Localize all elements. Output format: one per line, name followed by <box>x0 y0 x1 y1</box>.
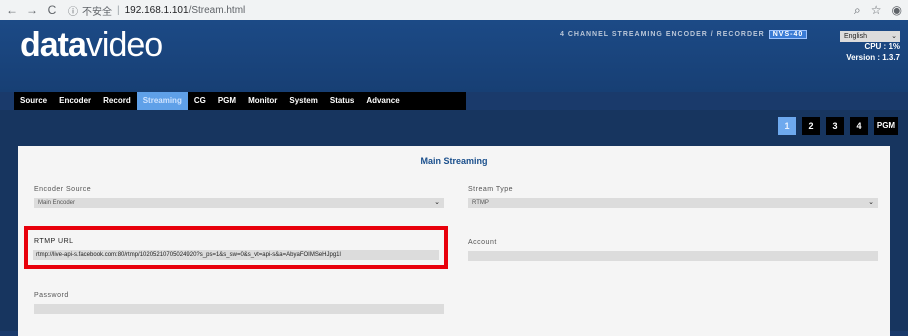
channel-pager: 1 2 3 4 PGM <box>778 117 898 135</box>
panel-title: Main Streaming <box>420 156 488 166</box>
reload-icon[interactable]: C <box>44 3 60 17</box>
rtmp-url-label: RTMP URL <box>34 238 74 245</box>
datavideo-logo: datavideo <box>20 26 163 65</box>
password-field[interactable] <box>34 304 444 314</box>
star-icon[interactable]: ☆ <box>871 3 882 17</box>
channel-3-button[interactable]: 3 <box>826 117 844 135</box>
tab-pgm[interactable]: PGM <box>212 92 242 110</box>
app-header: datavideo 4 CHANNEL STREAMING ENCODER / … <box>0 20 908 92</box>
tab-source[interactable]: Source <box>14 92 53 110</box>
tab-encoder[interactable]: Encoder <box>53 92 97 110</box>
tab-status[interactable]: Status <box>324 92 360 110</box>
chevron-down-icon: ⌄ <box>434 199 440 206</box>
browser-toolbar: ← → C ⓘ 不安全 | 192.168.1.101/Stream.html … <box>0 0 908 20</box>
address-separator: | <box>117 4 120 16</box>
stream-type-value: RTMP <box>472 200 489 206</box>
cpu-usage: CPU : 1% <box>864 42 900 51</box>
rtmp-url-field[interactable]: rtmp://live-api-s.facebook.com:80/rtmp/1… <box>33 250 439 260</box>
encoder-source-label: Encoder Source <box>34 186 92 193</box>
logo-light-text: video <box>85 26 163 64</box>
rtmp-url-highlight: RTMP URL rtmp://live-api-s.facebook.com:… <box>24 226 448 269</box>
password-label: Password <box>34 292 69 299</box>
stream-type-select[interactable]: RTMP ⌄ <box>468 198 878 208</box>
encoder-source-select[interactable]: Main Encoder ⌄ <box>34 198 444 208</box>
channel-2-button[interactable]: 2 <box>802 117 820 135</box>
back-icon[interactable]: ← <box>4 3 20 17</box>
tab-monitor[interactable]: Monitor <box>242 92 283 110</box>
tabbar-spacer <box>466 92 908 110</box>
chevron-down-icon: ⌄ <box>868 199 874 206</box>
address-bar[interactable]: ⓘ 不安全 | 192.168.1.101/Stream.html <box>68 3 245 18</box>
firmware-version: Version : 1.3.7 <box>846 53 900 62</box>
stream-type-label: Stream Type <box>468 186 514 193</box>
tab-cg[interactable]: CG <box>188 92 212 110</box>
product-description: 4 CHANNEL STREAMING ENCODER / RECORDER NV… <box>560 30 808 39</box>
address-path: /Stream.html <box>188 4 246 16</box>
logo-bold-text: data <box>20 26 87 64</box>
channel-1-button[interactable]: 1 <box>778 117 796 135</box>
encoder-source-value: Main Encoder <box>38 200 76 206</box>
product-line-text: 4 CHANNEL STREAMING ENCODER / RECORDER <box>560 31 765 38</box>
insecure-label: 不安全 <box>82 6 112 18</box>
language-select[interactable]: English ⌄ <box>840 31 900 42</box>
browser-actions: ⌕ ☆ ◉ <box>854 0 902 20</box>
account-label: Account <box>468 239 497 246</box>
forward-icon[interactable]: → <box>24 3 40 17</box>
tab-advance[interactable]: Advance <box>360 92 405 110</box>
channel-4-button[interactable]: 4 <box>850 117 868 135</box>
zoom-icon[interactable]: ⌕ <box>854 3 861 18</box>
address-host: 192.168.1.101 <box>124 4 189 16</box>
chevron-down-icon: ⌄ <box>891 33 897 40</box>
main-nav-tabs: Source Encoder Record Streaming CG PGM M… <box>14 92 466 110</box>
tab-record[interactable]: Record <box>97 92 137 110</box>
profile-icon[interactable]: ◉ <box>892 3 902 17</box>
tab-streaming[interactable]: Streaming <box>136 92 188 110</box>
account-field[interactable] <box>468 251 878 261</box>
model-badge: NVS-40 <box>768 30 808 39</box>
language-value: English <box>844 33 867 40</box>
channel-pgm-button[interactable]: PGM <box>874 117 898 135</box>
info-icon[interactable]: ⓘ <box>68 3 78 18</box>
tab-system[interactable]: System <box>283 92 323 110</box>
